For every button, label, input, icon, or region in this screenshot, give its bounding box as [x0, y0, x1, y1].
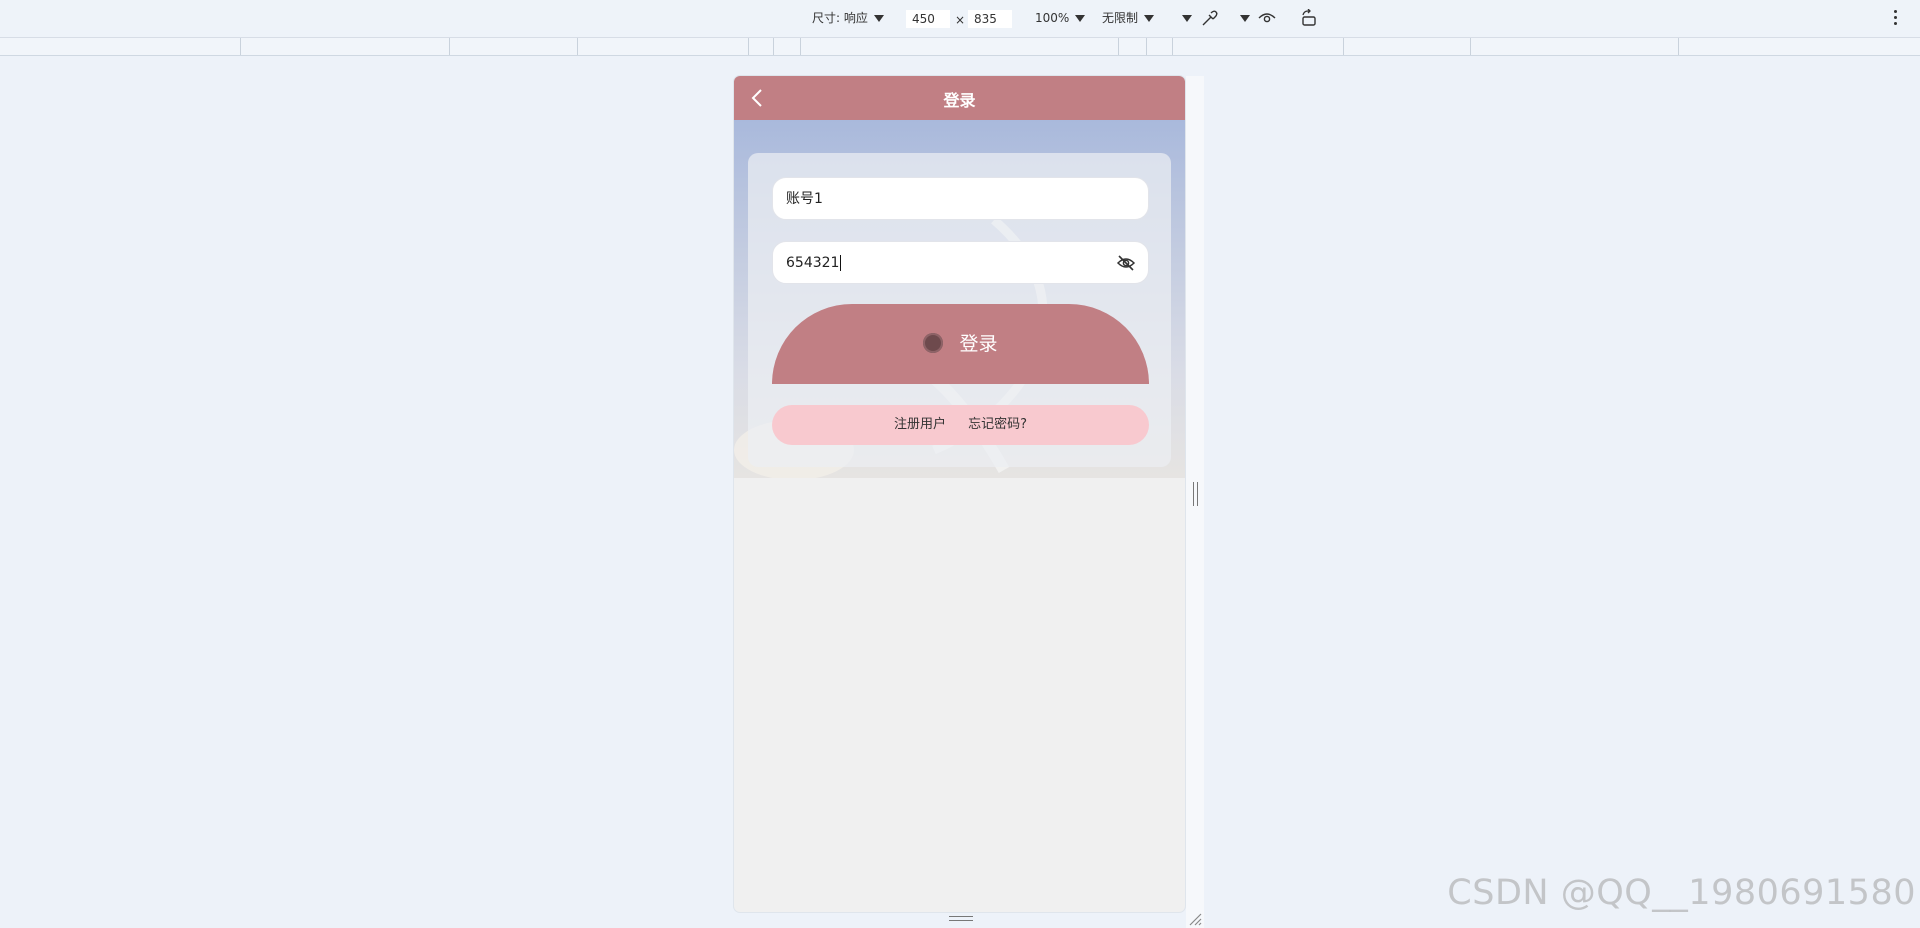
- device-toolbar: 尺寸: 响应 450 × 835 100% 无限制: [0, 0, 1920, 38]
- eye-off-icon[interactable]: [1116, 254, 1136, 272]
- rotate-icon[interactable]: [1299, 9, 1319, 27]
- eyedropper-dropdown[interactable]: [1176, 10, 1192, 26]
- register-link[interactable]: 注册用户: [894, 417, 946, 432]
- eye-icon[interactable]: [1257, 9, 1277, 27]
- dimensions-dropdown[interactable]: 尺寸: 响应: [812, 10, 884, 26]
- throttle-label: 无限制: [1102, 11, 1139, 25]
- height-input[interactable]: 835: [968, 10, 1012, 28]
- watermark: CSDN @QQ__1980691580: [1447, 873, 1916, 913]
- resize-corner-icon[interactable]: [1188, 912, 1202, 926]
- device-viewport: 登录 账号1 654321 登录 注册用户 忘记密码?: [734, 76, 1185, 912]
- more-options-icon[interactable]: [1894, 10, 1898, 26]
- password-input[interactable]: 654321: [772, 241, 1149, 284]
- resize-handle-bottom[interactable]: [949, 916, 973, 922]
- chevron-down-icon: [1144, 15, 1155, 22]
- page-title: 登录: [943, 91, 976, 110]
- account-value: 账号1: [786, 191, 823, 207]
- chevron-down-icon: [1075, 15, 1086, 22]
- resize-handle-right[interactable]: [1193, 482, 1199, 506]
- zoom-label: 100%: [1035, 11, 1070, 25]
- nav-bar: 登录: [734, 76, 1185, 120]
- text-cursor: [840, 255, 842, 271]
- login-button[interactable]: 登录: [772, 304, 1149, 384]
- chevron-down-icon: [873, 15, 884, 22]
- login-card: 账号1 654321 登录 注册用户 忘记密码?: [748, 153, 1171, 467]
- eyedropper-icon[interactable]: [1199, 9, 1219, 27]
- width-input[interactable]: 450: [906, 10, 950, 28]
- vision-dropdown[interactable]: [1234, 10, 1250, 26]
- zoom-dropdown[interactable]: 100%: [1035, 10, 1086, 26]
- forgot-password-link[interactable]: 忘记密码?: [968, 417, 1027, 432]
- links-bar: 注册用户 忘记密码?: [772, 405, 1149, 445]
- times-sign: ×: [955, 13, 966, 27]
- throttle-dropdown[interactable]: 无限制: [1102, 10, 1155, 26]
- password-value: 654321: [786, 255, 840, 271]
- login-button-label: 登录: [959, 333, 998, 355]
- chevron-down-icon: [1240, 15, 1250, 22]
- background-image: 账号1 654321 登录 注册用户 忘记密码?: [734, 120, 1185, 478]
- media-query-ruler[interactable]: [0, 38, 1920, 56]
- dimensions-label: 尺寸: 响应: [812, 11, 868, 25]
- chevron-down-icon: [1182, 15, 1192, 22]
- loading-spinner-icon: [923, 332, 944, 353]
- account-input[interactable]: 账号1: [772, 177, 1149, 220]
